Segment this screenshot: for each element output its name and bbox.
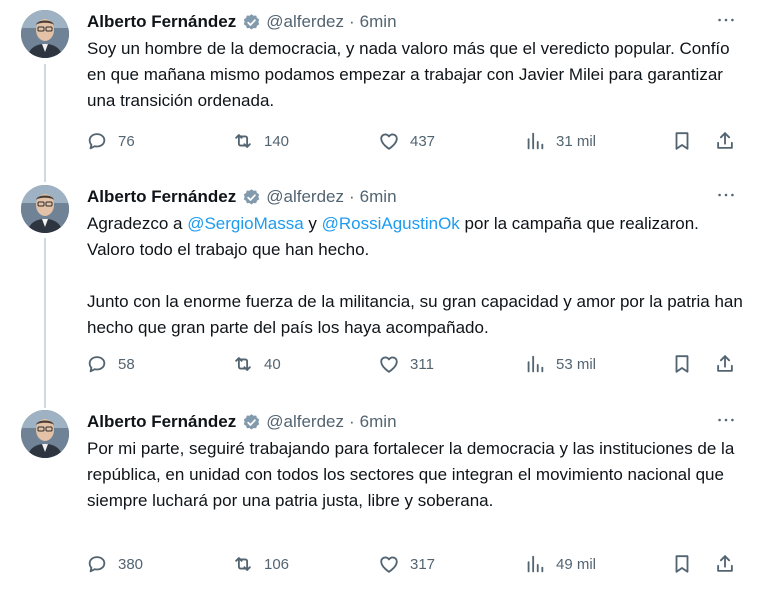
reply-button[interactable]: 380 — [86, 552, 143, 576]
retweet-button[interactable]: 40 — [232, 352, 281, 376]
author-handle[interactable]: @alferdez — [266, 412, 344, 432]
tweet-text-segment: Junto con la enorme fuerza de la militan… — [87, 292, 743, 337]
likes-count: 311 — [410, 355, 434, 373]
verified-badge-icon — [242, 13, 261, 32]
separator-dot: · — [349, 412, 355, 431]
more-options-icon — [715, 409, 737, 436]
tweet-paragraph: Agradezco a @SergioMassa y @RossiAgustin… — [87, 211, 747, 263]
more-options-icon — [715, 9, 737, 36]
bookmark-icon — [671, 553, 693, 575]
tweet-text: Soy un hombre de la democracia, y nada v… — [87, 36, 747, 114]
tweet-text: Por mi parte, seguiré trabajando para fo… — [87, 436, 747, 514]
author-handle[interactable]: @alferdez — [266, 12, 344, 32]
replies-count: 58 — [118, 355, 135, 373]
tweet-actions: 58 40 311 53 mil — [0, 352, 768, 376]
tweet[interactable]: Alberto Fernández @alferdez · 6min Por mi pa… — [0, 400, 768, 582]
replies-count: 76 — [118, 132, 135, 150]
verified-badge-icon — [242, 413, 261, 432]
reply-button[interactable]: 58 — [86, 352, 135, 376]
tweet-paragraph: Soy un hombre de la democracia, y nada v… — [87, 36, 747, 114]
views-count: 31 mil — [556, 132, 597, 150]
share-button[interactable] — [714, 129, 736, 153]
views-button[interactable]: 49 mil — [524, 552, 596, 576]
bookmark-button[interactable] — [671, 352, 693, 376]
tweet-actions: 76 140 437 31 mil — [0, 129, 768, 153]
retweets-count: 106 — [264, 555, 290, 573]
views-button[interactable]: 53 mil — [524, 352, 596, 376]
like-button[interactable]: 437 — [378, 129, 435, 153]
reply-icon — [86, 130, 108, 152]
like-icon — [378, 130, 400, 152]
more-options-button[interactable] — [714, 185, 738, 209]
like-button[interactable]: 311 — [378, 352, 434, 376]
views-count: 53 mil — [556, 355, 597, 373]
tweet-text: Agradezco a @SergioMassa y @RossiAgustin… — [87, 211, 747, 341]
retweets-count: 40 — [264, 355, 281, 373]
tweet-text-segment: Soy un hombre de la democracia, y nada v… — [87, 39, 730, 110]
views-icon — [524, 130, 546, 152]
tweet-paragraph: Por mi parte, seguiré trabajando para fo… — [87, 436, 747, 514]
retweet-button[interactable]: 106 — [232, 552, 289, 576]
author-name[interactable]: Alberto Fernández — [87, 12, 236, 32]
reply-button[interactable]: 76 — [86, 129, 135, 153]
author-name[interactable]: Alberto Fernández — [87, 412, 236, 432]
likes-count: 437 — [410, 132, 436, 150]
views-button[interactable]: 31 mil — [524, 129, 596, 153]
separator-dot: · — [349, 12, 355, 31]
bookmark-icon — [671, 130, 693, 152]
share-button[interactable] — [714, 352, 736, 376]
more-options-icon — [715, 184, 737, 211]
more-options-button[interactable] — [714, 10, 738, 34]
tweet-text-segment: y — [303, 214, 322, 233]
author-name[interactable]: Alberto Fernández — [87, 187, 236, 207]
share-icon — [714, 553, 736, 575]
share-button[interactable] — [714, 552, 736, 576]
like-icon — [378, 353, 400, 375]
tweet-header: Alberto Fernández @alferdez · 6min — [87, 10, 397, 34]
avatar[interactable] — [21, 185, 69, 233]
retweet-icon — [232, 130, 254, 152]
views-icon — [524, 553, 546, 575]
avatar[interactable] — [21, 10, 69, 58]
tweet-paragraph: Junto con la enorme fuerza de la militan… — [87, 289, 747, 341]
verified-badge-icon — [242, 188, 261, 207]
reply-icon — [86, 353, 108, 375]
tweet-header: Alberto Fernández @alferdez · 6min — [87, 410, 397, 434]
likes-count: 317 — [410, 555, 436, 573]
reply-icon — [86, 553, 108, 575]
more-options-button[interactable] — [714, 410, 738, 434]
timestamp[interactable]: 6min — [360, 412, 397, 432]
like-button[interactable]: 317 — [378, 552, 435, 576]
tweet[interactable]: Alberto Fernández @alferdez · 6min Agradezco… — [0, 175, 768, 382]
tweet-thread: Alberto Fernández @alferdez · 6min Soy un ho… — [0, 0, 768, 591]
retweets-count: 140 — [264, 132, 290, 150]
tweet-text-segment: Por mi parte, seguiré trabajando para fo… — [87, 439, 735, 510]
like-icon — [378, 553, 400, 575]
retweet-button[interactable]: 140 — [232, 129, 289, 153]
bookmark-button[interactable] — [671, 552, 693, 576]
author-handle[interactable]: @alferdez — [266, 187, 344, 207]
timestamp[interactable]: 6min — [360, 187, 397, 207]
tweet-text-segment: Agradezco a — [87, 214, 188, 233]
views-count: 49 mil — [556, 555, 597, 573]
retweet-icon — [232, 353, 254, 375]
mention-link[interactable]: @SergioMassa — [187, 214, 303, 233]
views-icon — [524, 353, 546, 375]
bookmark-button[interactable] — [671, 129, 693, 153]
retweet-icon — [232, 553, 254, 575]
avatar[interactable] — [21, 410, 69, 458]
mention-link[interactable]: @RossiAgustinOk — [322, 214, 460, 233]
timestamp[interactable]: 6min — [360, 12, 397, 32]
share-icon — [714, 130, 736, 152]
share-icon — [714, 353, 736, 375]
replies-count: 380 — [118, 555, 144, 573]
bookmark-icon — [671, 353, 693, 375]
tweet-actions: 380 106 317 49 mil — [0, 552, 768, 576]
separator-dot: · — [349, 187, 355, 206]
tweet[interactable]: Alberto Fernández @alferdez · 6min Soy un ho… — [0, 0, 768, 159]
tweet-header: Alberto Fernández @alferdez · 6min — [87, 185, 397, 209]
